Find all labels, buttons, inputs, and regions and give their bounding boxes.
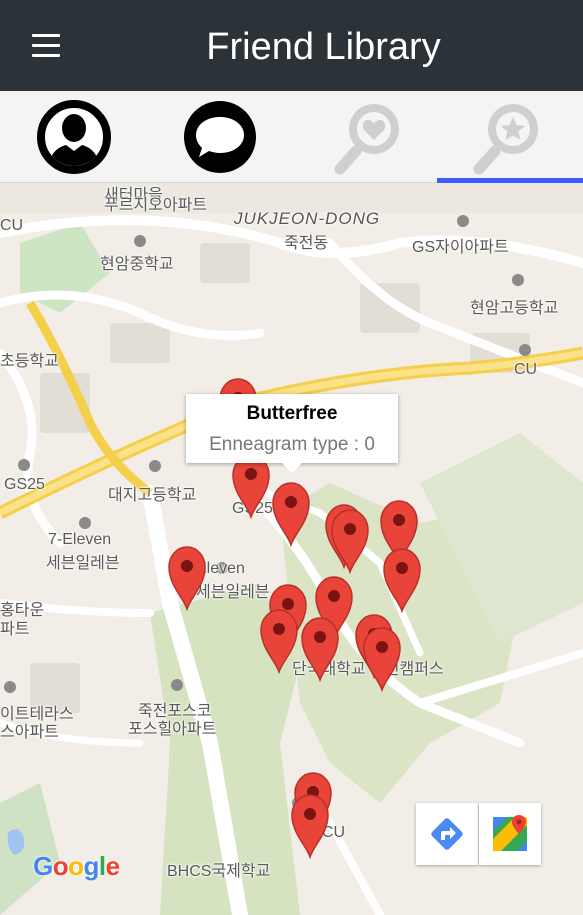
search-star-icon — [473, 104, 538, 175]
map-label: 스아파트 — [0, 724, 59, 741]
friend-map-marker[interactable] — [167, 545, 207, 612]
app-bar: Friend Library — [0, 0, 583, 91]
map-label: CU — [514, 361, 538, 378]
directions-arrow-icon — [431, 818, 463, 850]
map-view[interactable]: 새터마을 푸르지오아파트 CU JUKJEON-DONG 죽전동 GS자이아파트… — [0, 183, 583, 915]
map-label: GS25 — [4, 476, 45, 493]
map-label: 현암중학교 — [100, 256, 174, 273]
map-label: GS자이아파트 — [412, 239, 509, 256]
map-label: 세븐일레븐 — [46, 555, 120, 572]
google-maps-icon — [493, 815, 527, 851]
friend-map-marker[interactable] — [330, 508, 370, 575]
directions-button[interactable] — [416, 803, 478, 865]
friend-map-marker[interactable] — [290, 793, 330, 860]
map-label: BHCS국제학교 — [167, 863, 271, 880]
marker-info-window[interactable]: Butterfree Enneagram type : 0 — [186, 394, 398, 473]
map-label: 세븐일레븐 — [196, 584, 270, 601]
profile-person-icon — [37, 100, 111, 174]
map-label: JUKJEON-DONG — [234, 209, 381, 228]
friend-map-marker[interactable] — [259, 608, 299, 675]
map-label: 푸르지오아파트 — [104, 197, 208, 214]
map-label: 초등학교 — [0, 353, 59, 370]
map-label: 죽전동 — [284, 235, 329, 252]
map-label: 파트 — [0, 621, 30, 638]
google-logo: Google — [33, 851, 120, 881]
info-window-subtitle: Enneagram type : 0 — [209, 434, 375, 455]
map-label: 7-Eleven — [48, 531, 112, 548]
map-label: 포스힐아파트 — [128, 721, 217, 738]
friend-map-marker[interactable] — [362, 626, 402, 693]
map-label: 현암고등학교 — [470, 300, 559, 317]
tab-profile[interactable] — [0, 91, 145, 183]
tab-search-heart[interactable] — [292, 91, 437, 183]
map-label: 대지고등학교 — [108, 487, 197, 504]
tab-chat[interactable] — [146, 91, 291, 183]
chat-bubble-icon — [184, 101, 256, 173]
search-heart-icon — [334, 104, 399, 175]
map-label: CU — [0, 217, 24, 234]
tab-bar — [0, 91, 583, 183]
friend-map-marker[interactable] — [300, 616, 340, 683]
friend-map-marker[interactable] — [382, 547, 422, 614]
tab-search-star[interactable] — [437, 91, 582, 183]
info-window-title: Butterfree — [246, 403, 338, 424]
friend-map-marker[interactable] — [271, 481, 311, 548]
open-google-maps-button[interactable] — [479, 803, 541, 865]
app-title: Friend Library — [206, 26, 441, 68]
